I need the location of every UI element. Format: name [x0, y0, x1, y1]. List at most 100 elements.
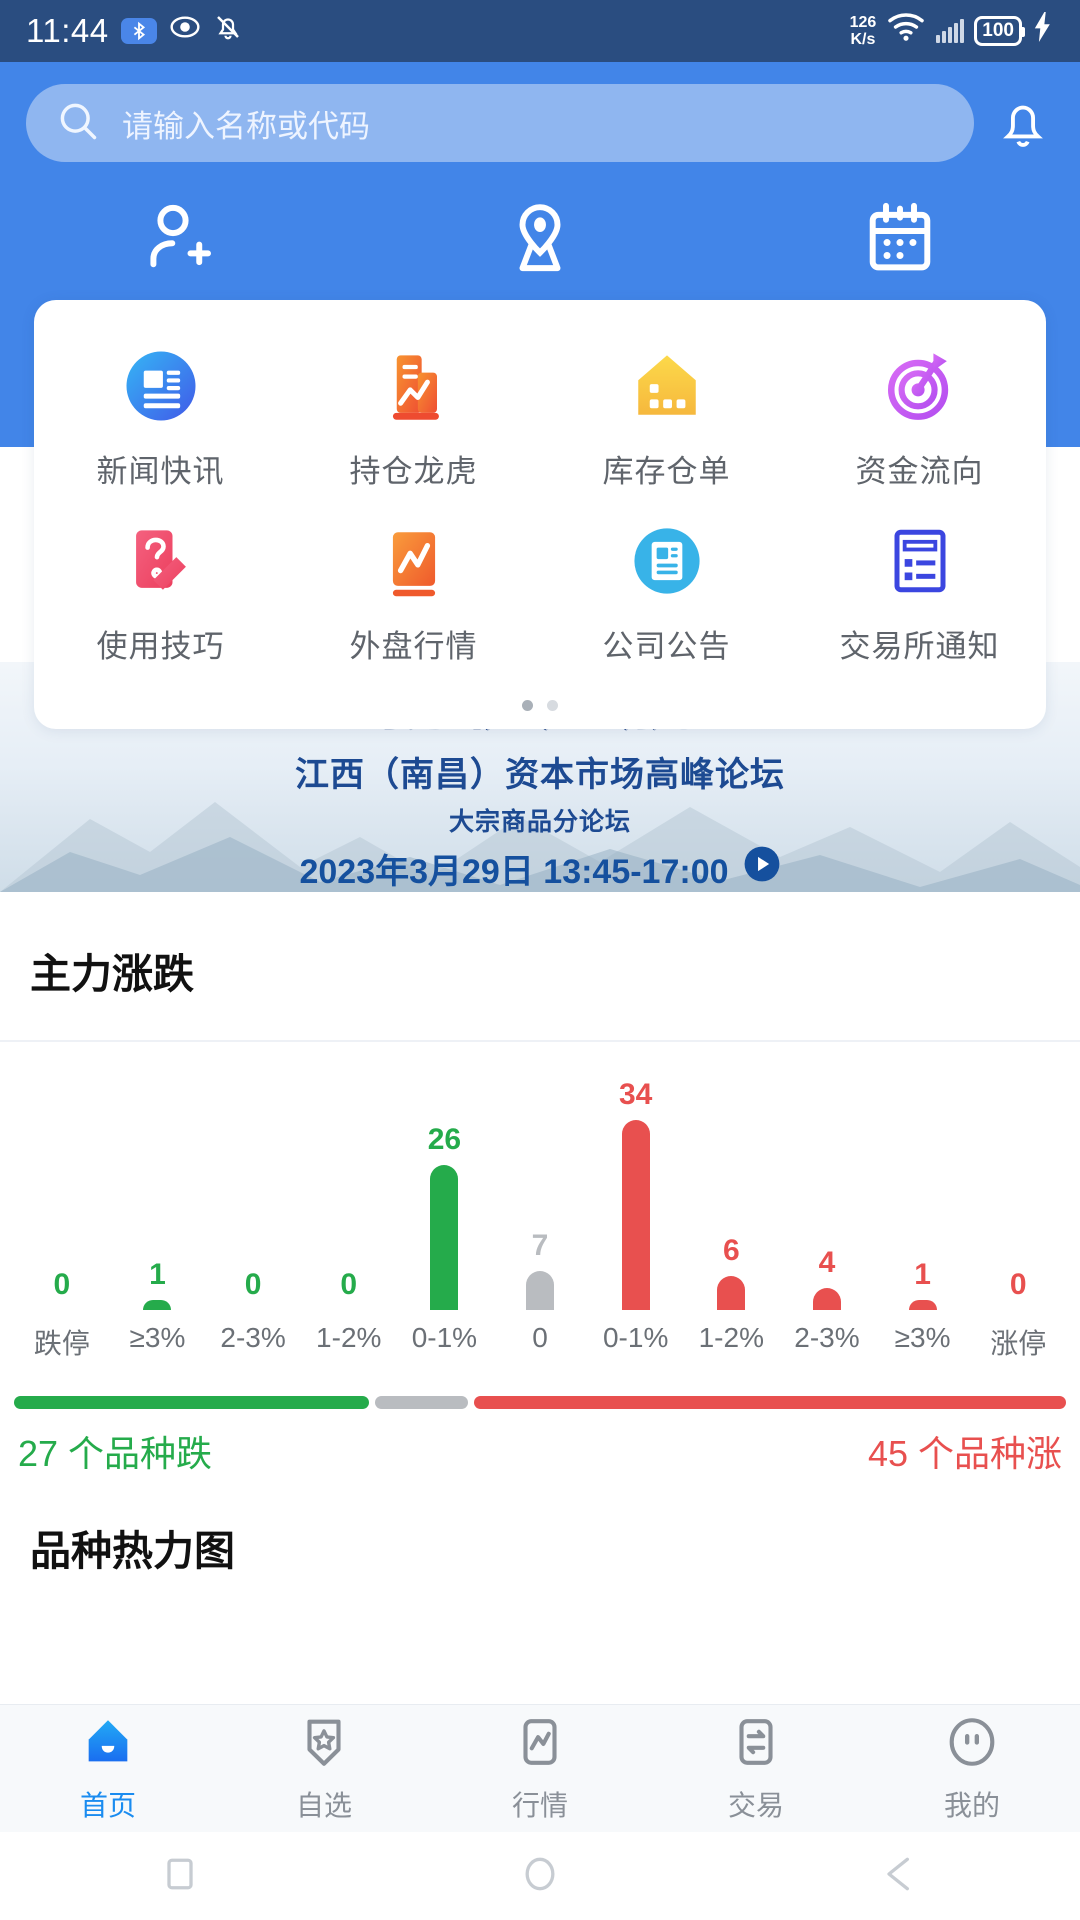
tab-quotes[interactable]: 行情: [432, 1713, 648, 1824]
trade-swap-icon: [727, 1713, 785, 1776]
play-circle-icon[interactable]: [743, 845, 781, 892]
chart-bar-column: 7: [492, 1042, 588, 1310]
search-input[interactable]: 请输入名称或代码: [26, 84, 974, 162]
grid-item-label: 外盘行情: [349, 629, 478, 664]
notice-list-icon: [874, 515, 966, 607]
tab-home[interactable]: 首页: [0, 1713, 216, 1824]
wifi-icon: [886, 11, 926, 51]
chart-x-label: 2-3%: [220, 1322, 286, 1353]
tab-label: 行情: [511, 1790, 568, 1821]
banner-datetime: 2023年3月29日 13:45-17:00: [299, 853, 729, 891]
summary-labels: 27 个品种跌 45 个品种涨: [0, 1409, 1080, 1477]
chart-x-label: 0-1%: [602, 1322, 669, 1353]
circle-home-icon[interactable]: [518, 1852, 562, 1901]
tab-profile[interactable]: 我的: [864, 1713, 1080, 1824]
trend-card-icon: [368, 515, 460, 607]
tab-trade[interactable]: 交易: [648, 1713, 864, 1824]
grid-item-company-announcement[interactable]: 公司公告: [540, 501, 793, 676]
chart-bar: [717, 1276, 746, 1310]
grid-item-exchange-notice[interactable]: 交易所通知: [793, 501, 1046, 676]
announcement-icon: [621, 515, 713, 607]
grid-item-warehouse[interactable]: 库存仓单: [540, 326, 793, 501]
grid-item-capital-flow[interactable]: 资金流向: [793, 326, 1046, 501]
network-speed: 126 K/s: [850, 14, 877, 48]
search-icon: [56, 99, 100, 148]
chart-x-label: 2-3%: [794, 1322, 860, 1353]
news-circle-icon: [115, 340, 207, 432]
status-time: 11:44: [26, 12, 109, 49]
triangle-back-icon[interactable]: [878, 1852, 922, 1901]
network-speed-value: 126: [849, 14, 877, 31]
calendar-icon: [858, 196, 942, 285]
chart-bar: [430, 1164, 459, 1310]
tab-label: 自选: [295, 1790, 352, 1821]
chart-bar-column: 0: [205, 1042, 301, 1310]
chart-bar-column: 26: [397, 1042, 493, 1310]
chart-bar: [908, 1300, 937, 1310]
chart-x-label: ≥3%: [894, 1322, 951, 1353]
grid-item-label: 资金流向: [855, 454, 984, 489]
up-count-label: 45 个品种涨: [867, 1433, 1062, 1474]
search-placeholder: 请输入名称或代码: [122, 108, 370, 144]
battery-icon: 100: [974, 16, 1025, 46]
grid-item-label: 库存仓单: [602, 454, 731, 489]
warehouse-icon: [621, 340, 713, 432]
chart-x-label: 0: [532, 1322, 548, 1353]
movers-bar-chart: 0 1 0 0 26 7 34 6 4 1 0 跌停 ≥3% 2-3% 1-2% 0-1% 0 0-1% 1-2%…: [0, 1042, 1080, 1372]
grid-item-label: 使用技巧: [96, 629, 225, 664]
question-pencil-icon: [115, 515, 207, 607]
banner-subtitle: 江西（南昌）资本市场高峰论坛: [295, 756, 785, 794]
bluetooth-icon: [120, 18, 157, 44]
chart-bar-value: 1: [149, 1258, 166, 1291]
summary-segment-up: [473, 1396, 1066, 1409]
grid-item-position-ranking[interactable]: 持仓龙虎: [287, 326, 540, 501]
pagination-dot-1[interactable]: [522, 700, 533, 711]
chart-bar-value: 0: [340, 1268, 358, 1301]
bottom-tab-bar: 首页 自选 行情 交易 我的: [0, 1704, 1080, 1832]
square-recents-icon[interactable]: [158, 1852, 202, 1901]
chart-bar: [621, 1120, 650, 1310]
chart-bar-value: 0: [53, 1268, 71, 1301]
charging-icon: [1032, 12, 1054, 50]
bell-icon[interactable]: [992, 92, 1054, 154]
chart-bar-value: 6: [722, 1234, 740, 1268]
chart-x-label: 0-1%: [411, 1322, 478, 1353]
status-bar-right: 126 K/s 100: [850, 11, 1054, 51]
grid-item-label: 公司公告: [602, 629, 731, 664]
page-title: 主力涨跌: [30, 951, 194, 997]
feature-grid-row-2: 使用技巧 外盘行情 公司公告 交易所通知: [34, 501, 1046, 676]
android-navigation-bar: [0, 1832, 1080, 1920]
chart-x-axis: 跌停 ≥3% 2-3% 1-2% 0-1% 0 0-1% 1-2% 2-3% ≥3% 涨停: [14, 1322, 1066, 1362]
chart-bar-value: 0: [244, 1268, 262, 1301]
grid-pagination-dots[interactable]: [34, 700, 1046, 711]
profile-icon: [943, 1713, 1001, 1776]
quote-chart-icon: [511, 1713, 569, 1776]
feature-grid-card: 新闻快讯 持仓龙虎 库存仓单 资金流向 使用技巧 外盘行情 公司公告 交易所通知: [34, 300, 1046, 729]
chart-x-label: 1-2%: [698, 1322, 764, 1353]
banner-subtitle-secondary: 大宗商品分论坛: [448, 808, 631, 836]
feature-grid-row-1: 新闻快讯 持仓龙虎 库存仓单 资金流向: [34, 326, 1046, 501]
target-arrow-icon: [874, 340, 966, 432]
grid-item-tips[interactable]: 使用技巧: [34, 501, 287, 676]
chart-bar-column: 0: [301, 1042, 397, 1310]
home-icon: [77, 1713, 139, 1776]
tab-watchlist[interactable]: 自选: [216, 1713, 432, 1824]
summary-progress-bar: [0, 1372, 1080, 1409]
tab-label: 首页: [79, 1790, 136, 1821]
chart-bar-column: 6: [683, 1042, 779, 1310]
chart-bar-column: 1: [875, 1042, 971, 1310]
pagination-dot-2[interactable]: [547, 700, 558, 711]
grid-item-foreign-quotes[interactable]: 外盘行情: [287, 501, 540, 676]
grid-item-news[interactable]: 新闻快讯: [34, 326, 287, 501]
chart-x-label: 涨停: [990, 1328, 1047, 1359]
main-movers-section: 主力涨跌 0 1 0 0 26 7 34 6 4 1 0 跌停 ≥3% 2-3% 1-2% 0-1% 0 0-1…: [0, 892, 1080, 1577]
summary-segment-flat: [375, 1396, 468, 1409]
chart-x-label: ≥3%: [129, 1322, 186, 1353]
banner-datetime-row: 2023年3月29日 13:45-17:00: [299, 844, 780, 892]
tab-label: 我的: [943, 1790, 1000, 1821]
chart-bar-column: 1: [110, 1042, 206, 1310]
down-count-label: 27 个品种跌: [18, 1433, 213, 1474]
battery-level: 100: [982, 20, 1014, 41]
chart-document-icon: [368, 340, 460, 432]
network-speed-unit: K/s: [850, 31, 876, 48]
